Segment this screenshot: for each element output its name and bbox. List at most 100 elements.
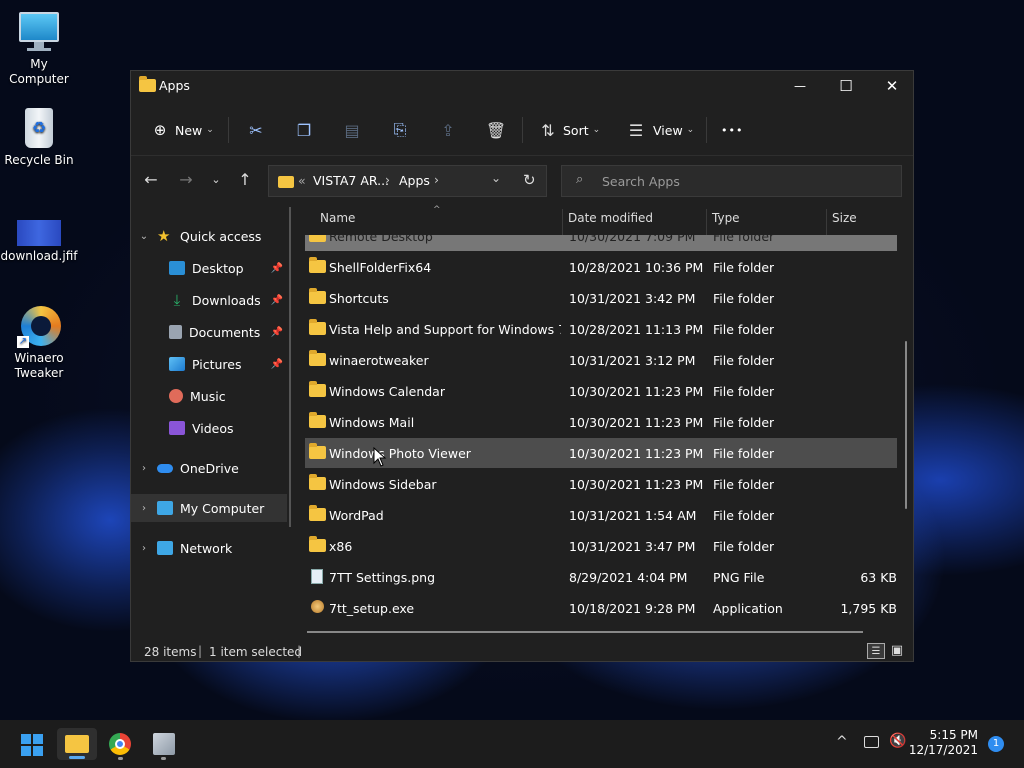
sidebar-item-quick-access[interactable]: ⌄ ★ Quick access xyxy=(131,222,287,250)
windows-logo-icon xyxy=(21,734,43,756)
breadcrumb-separator[interactable]: › xyxy=(434,172,439,187)
chevron-right-icon[interactable]: › xyxy=(131,503,157,514)
vertical-scrollbar-thumb[interactable] xyxy=(905,341,907,509)
file-row[interactable]: Remote Desktop 10/30/2021 7:09 PM File f… xyxy=(305,235,897,251)
pin-icon[interactable]: 📌 xyxy=(271,295,283,306)
column-divider[interactable] xyxy=(562,209,563,235)
file-row[interactable]: 7tt_setup.exe 10/18/2021 9:28 PM Applica… xyxy=(305,593,897,623)
image-file-icon xyxy=(17,212,61,246)
search-box[interactable]: ⌕ Search Apps xyxy=(561,165,902,197)
back-button[interactable]: ← xyxy=(140,169,162,191)
sidebar-item-downloads[interactable]: ⤓ Downloads 📌 xyxy=(131,286,287,314)
sidebar-item-documents[interactable]: Documents 📌 xyxy=(131,318,287,346)
desktop-icon-download-jfif[interactable]: download.jfif xyxy=(0,212,78,264)
file-row[interactable]: winaerotweaker 10/31/2021 3:12 PM File f… xyxy=(305,345,897,375)
forward-button[interactable]: → xyxy=(175,169,197,191)
file-size: 1,795 KB xyxy=(840,601,897,616)
file-row[interactable]: Windows Calendar 10/30/2021 11:23 PM Fil… xyxy=(305,376,897,406)
clock[interactable]: 5:15 PM 12/17/2021 xyxy=(909,728,978,758)
file-name: 7TT Settings.png xyxy=(329,570,436,585)
refresh-icon[interactable]: ↻ xyxy=(523,171,536,189)
cut-button[interactable]: ✂ xyxy=(245,119,267,141)
file-row[interactable]: ShellFolderFix64 10/28/2021 10:36 PM Fil… xyxy=(305,252,897,282)
new-button[interactable]: ⊕ New ⌄ xyxy=(149,119,214,141)
sidebar-item-music[interactable]: Music xyxy=(131,382,287,410)
scissors-icon: ✂ xyxy=(249,120,263,140)
network-icon xyxy=(157,541,173,555)
pin-icon[interactable]: 📌 xyxy=(271,327,283,338)
details-view-icon[interactable]: ☰ xyxy=(867,643,885,659)
chevron-right-icon[interactable]: › xyxy=(131,463,157,474)
sidebar-item-onedrive[interactable]: › OneDrive xyxy=(131,454,287,482)
file-row[interactable]: WordPad 10/31/2021 1:54 AM File folder xyxy=(305,500,897,530)
desktop-icon-recycle-bin[interactable]: ♻ Recycle Bin xyxy=(0,106,78,168)
computer-icon xyxy=(157,501,173,515)
share-button[interactable]: ⇪ xyxy=(437,119,459,141)
column-header-name[interactable]: Name xyxy=(320,211,355,235)
file-row[interactable]: Windows Mail 10/30/2021 11:23 PM File fo… xyxy=(305,407,897,437)
view-button[interactable]: ☰ View ⌄ xyxy=(625,119,694,141)
breadcrumb-item[interactable]: VISTA7 AR... xyxy=(313,173,389,188)
navigation-scrollbar[interactable] xyxy=(289,207,291,527)
large-icons-view-icon[interactable]: ▣ xyxy=(889,643,905,659)
see-more-button[interactable]: ••• xyxy=(721,119,743,141)
file-row-selected[interactable]: Windows Photo Viewer 10/30/2021 11:23 PM… xyxy=(305,438,897,468)
sort-button[interactable]: ⇅ Sort ⌄ xyxy=(537,119,600,141)
sidebar-item-network[interactable]: › Network xyxy=(131,534,287,562)
taskbar-chrome[interactable] xyxy=(101,728,141,760)
maximize-button[interactable]: ☐ xyxy=(823,71,869,101)
paste-button[interactable]: ▤ xyxy=(341,119,363,141)
rename-button[interactable]: ⎘ xyxy=(389,119,411,141)
pictures-icon xyxy=(169,357,185,371)
file-name: Vista Help and Support for Windows 7 - F… xyxy=(329,322,561,337)
toolbar-divider xyxy=(228,117,229,143)
column-header-type[interactable]: Type xyxy=(712,211,740,235)
status-divider: | xyxy=(297,644,302,658)
window-title: Apps xyxy=(159,78,190,93)
minimize-button[interactable]: — xyxy=(777,71,823,101)
file-row[interactable]: 7TT Settings.png 8/29/2021 4:04 PM PNG F… xyxy=(305,562,897,592)
show-hidden-icons-chevron-icon[interactable]: ^ xyxy=(836,734,848,750)
sidebar-item-my-computer[interactable]: › My Computer xyxy=(131,494,287,522)
address-bar[interactable]: « VISTA7 AR... › Apps › ⌄ ↻ xyxy=(268,165,547,197)
notification-badge[interactable]: 1 xyxy=(988,736,1004,752)
breadcrumb-overflow[interactable]: « xyxy=(298,173,306,188)
up-button[interactable]: ↑ xyxy=(234,169,256,191)
file-row[interactable]: Vista Help and Support for Windows 7 - F… xyxy=(305,314,897,344)
desktop-icon-my-computer[interactable]: My Computer xyxy=(0,10,78,87)
horizontal-scrollbar-thumb[interactable] xyxy=(307,631,863,633)
sidebar-item-videos[interactable]: Videos xyxy=(131,414,287,442)
column-divider[interactable] xyxy=(706,209,707,235)
sidebar-item-desktop[interactable]: Desktop 📌 xyxy=(131,254,287,282)
taskbar-winaero-tweaker[interactable] xyxy=(144,728,184,760)
file-row[interactable]: x86 10/31/2021 3:47 PM File folder xyxy=(305,531,897,561)
title-bar[interactable]: Apps — ☐ ✕ xyxy=(131,71,913,103)
running-indicator xyxy=(118,757,123,760)
pin-icon[interactable]: 📌 xyxy=(271,263,283,274)
chevron-down-icon[interactable]: ⌄ xyxy=(131,231,157,242)
network-status-icon[interactable] xyxy=(864,736,879,748)
sidebar-item-label: Music xyxy=(190,388,226,404)
volume-muted-icon[interactable]: 🔇 xyxy=(889,733,906,749)
chevron-right-icon[interactable]: › xyxy=(131,543,157,554)
column-divider[interactable] xyxy=(826,209,827,235)
delete-button[interactable]: 🗑 xyxy=(485,119,507,141)
column-header-size[interactable]: Size xyxy=(832,211,857,235)
breadcrumb-separator[interactable]: › xyxy=(385,172,390,187)
desktop-icon-winaero-tweaker[interactable]: ↗ Winaero Tweaker xyxy=(0,304,78,381)
address-history-chevron-icon[interactable]: ⌄ xyxy=(491,171,501,185)
start-button[interactable] xyxy=(12,728,52,760)
file-row[interactable]: Shortcuts 10/31/2021 3:42 PM File folder xyxy=(305,283,897,313)
recent-locations-button[interactable]: ⌄ xyxy=(205,169,227,191)
breadcrumb-item[interactable]: Apps xyxy=(399,173,430,188)
active-indicator xyxy=(69,756,85,759)
file-row[interactable]: Windows Sidebar 10/30/2021 11:23 PM File… xyxy=(305,469,897,499)
close-button[interactable]: ✕ xyxy=(869,71,915,101)
file-name: WordPad xyxy=(329,508,384,523)
videos-icon xyxy=(169,421,185,435)
column-header-date-modified[interactable]: Date modified xyxy=(568,211,653,235)
copy-button[interactable]: ❐ xyxy=(293,119,315,141)
sidebar-item-pictures[interactable]: Pictures 📌 xyxy=(131,350,287,378)
taskbar-file-explorer[interactable] xyxy=(57,728,97,760)
pin-icon[interactable]: 📌 xyxy=(271,359,283,370)
